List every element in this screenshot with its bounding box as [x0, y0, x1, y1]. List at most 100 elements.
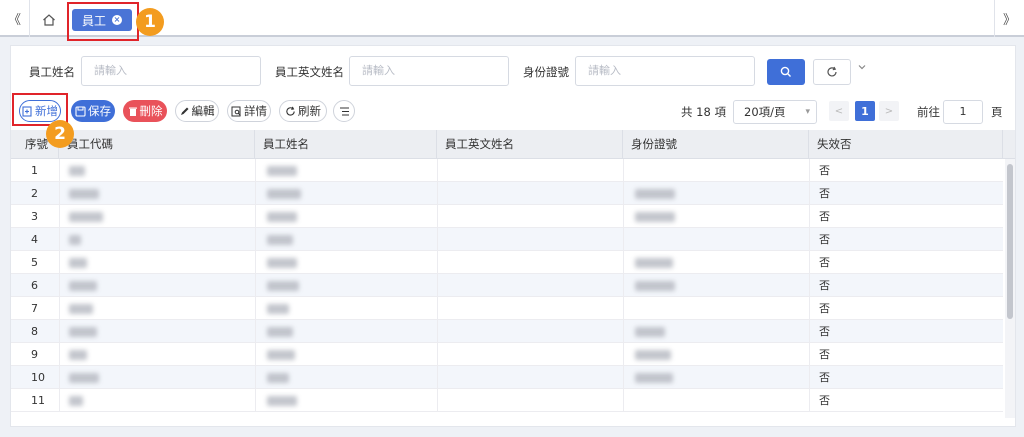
column-divider — [255, 228, 256, 251]
column-divider — [255, 274, 256, 297]
cell-name-redacted — [267, 396, 297, 406]
cell-name-redacted — [267, 327, 293, 337]
table-row[interactable]: 11 否 — [11, 389, 1003, 412]
column-settings-button[interactable] — [333, 100, 355, 122]
column-divider — [437, 320, 438, 343]
column-divider — [437, 228, 438, 251]
employee-english-name-input[interactable]: 請輸入 — [349, 56, 509, 86]
cell-id-redacted — [635, 258, 673, 268]
table-scrollbar-thumb[interactable] — [1007, 164, 1013, 319]
main-panel: 員工姓名 請輸入 員工英文姓名 請輸入 身份證號 請輸入 新增 保存 刪除 編輯… — [10, 45, 1016, 427]
table-row[interactable]: 3否 — [11, 205, 1003, 228]
table-row[interactable]: 10 否 — [11, 366, 1003, 389]
col-header-code[interactable]: 員工代碼 — [59, 130, 255, 159]
col-header-name[interactable]: 員工姓名 — [255, 130, 437, 159]
edit-label: 編輯 — [191, 104, 215, 118]
table-row[interactable]: 4否 — [11, 228, 1003, 251]
column-divider — [809, 389, 810, 412]
tabs-scroll-left-button[interactable]: 《 — [0, 0, 30, 37]
save-icon — [75, 105, 86, 117]
trash-icon — [128, 107, 137, 116]
page-number-current[interactable]: 1 — [855, 101, 875, 121]
search-button[interactable] — [767, 59, 805, 85]
table-row[interactable]: 2否 — [11, 182, 1003, 205]
delete-button[interactable]: 刪除 — [123, 100, 167, 122]
column-divider — [809, 343, 810, 366]
column-divider — [809, 320, 810, 343]
cell-invalid: 否 — [819, 187, 830, 200]
column-divider — [59, 251, 60, 274]
column-divider — [623, 343, 624, 366]
col-header-english-name[interactable]: 員工英文姓名 — [437, 130, 623, 159]
cell-name-redacted — [267, 304, 289, 314]
cell-code-redacted — [69, 373, 99, 383]
table-row[interactable]: 8否 — [11, 320, 1003, 343]
cell-code-redacted — [69, 304, 93, 314]
cell-code-redacted — [69, 396, 83, 406]
home-tab[interactable] — [36, 7, 62, 33]
cell-no: 11 — [31, 394, 45, 407]
column-divider — [59, 366, 60, 389]
column-divider — [623, 228, 624, 251]
cell-invalid: 否 — [819, 210, 830, 223]
id-number-input[interactable]: 請輸入 — [575, 56, 755, 86]
double-chevron-left-icon: 《 — [7, 13, 21, 28]
table-row[interactable]: 1否 — [11, 159, 1003, 182]
edit-button[interactable]: 編輯 — [175, 100, 219, 122]
col-header-id-number[interactable]: 身份證號 — [623, 130, 809, 159]
save-button[interactable]: 保存 — [71, 100, 115, 122]
cell-invalid: 否 — [819, 164, 830, 177]
cell-id-redacted — [635, 350, 671, 360]
column-divider — [623, 274, 624, 297]
home-icon — [43, 14, 55, 26]
detail-button[interactable]: 詳情 — [227, 100, 271, 122]
table-row[interactable]: 9否 — [11, 343, 1003, 366]
column-divider — [809, 297, 810, 320]
column-divider — [623, 182, 624, 205]
save-label: 保存 — [88, 104, 111, 118]
cell-code-redacted — [69, 281, 97, 291]
column-divider — [623, 251, 624, 274]
table-row[interactable]: 6否 — [11, 274, 1003, 297]
cell-name-redacted — [267, 212, 297, 222]
goto-page-input[interactable]: 1 — [943, 100, 983, 124]
refresh-icon — [286, 106, 295, 116]
cell-invalid: 否 — [819, 371, 830, 384]
prev-page-button[interactable]: < — [829, 101, 849, 121]
column-divider — [623, 159, 624, 182]
employee-name-input[interactable]: 請輸入 — [81, 56, 261, 86]
column-divider — [437, 366, 438, 389]
page-size-value: 20項/頁 — [744, 105, 786, 119]
chevron-down-icon[interactable] — [857, 62, 867, 75]
column-divider — [59, 297, 60, 320]
table-row[interactable]: 5否 — [11, 251, 1003, 274]
column-divider — [809, 366, 810, 389]
table-row[interactable]: 7否 — [11, 297, 1003, 320]
employee-table: 序號 員工代碼 員工姓名 員工英文姓名 身份證號 失效否 1否2否3否4否5否6… — [11, 130, 1015, 418]
next-page-button[interactable]: > — [879, 101, 899, 121]
reset-button[interactable] — [813, 59, 851, 85]
column-divider — [255, 366, 256, 389]
col-header-invalid[interactable]: 失效否 — [809, 130, 1003, 159]
cell-code-redacted — [69, 258, 87, 268]
page-size-select[interactable]: 20項/頁 ▾ — [733, 100, 817, 124]
cell-code-redacted — [69, 166, 85, 176]
column-divider — [809, 228, 810, 251]
goto-label: 前往 — [917, 105, 940, 119]
column-divider — [255, 159, 256, 182]
detail-icon — [231, 106, 241, 116]
column-divider — [809, 182, 810, 205]
refresh-button[interactable]: 刷新 — [279, 100, 327, 122]
cell-no: 1 — [31, 164, 38, 177]
employee-name-label: 員工姓名 — [29, 65, 75, 79]
cell-name-redacted — [267, 235, 293, 245]
column-divider — [809, 274, 810, 297]
column-divider — [59, 182, 60, 205]
cell-code-redacted — [69, 212, 103, 222]
callout-badge-1: 1 — [136, 8, 164, 36]
cell-code-redacted — [69, 189, 99, 199]
column-divider — [437, 205, 438, 228]
column-divider — [437, 274, 438, 297]
tabs-scroll-right-button[interactable]: 》 — [994, 0, 1024, 37]
cell-invalid: 否 — [819, 394, 830, 407]
